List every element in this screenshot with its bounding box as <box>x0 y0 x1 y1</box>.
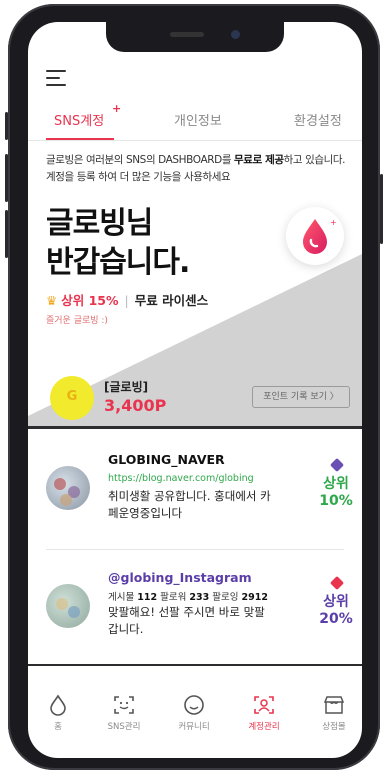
posts-count: 112 <box>137 592 158 603</box>
nav-sns-manage[interactable]: SNS관리 <box>94 694 154 732</box>
license-type: 무료 라이센스 <box>134 293 209 308</box>
drop-icon <box>50 694 66 716</box>
shop-icon <box>323 696 345 714</box>
tab-divider <box>28 140 362 141</box>
posts-label: 게시물 <box>108 592 135 603</box>
nav-community[interactable]: 커뮤니티 <box>164 694 224 732</box>
account-rank: 상위 10% <box>308 476 362 510</box>
intro-line1-end: 하고 있습니다. <box>283 154 346 166</box>
account-scan-icon <box>254 696 274 714</box>
account-rank-value: 10% <box>319 493 353 509</box>
nav-label: SNS관리 <box>107 722 141 732</box>
account-name: GLOBING_NAVER <box>108 452 225 467</box>
amethyst-gem-icon <box>329 457 345 473</box>
rank-separator: | <box>124 293 129 308</box>
avatar <box>46 584 90 628</box>
account-rank-label: 상위 <box>323 594 349 610</box>
drop-logo-icon: + <box>303 218 337 254</box>
avatar <box>46 466 90 510</box>
section-divider <box>28 426 362 429</box>
globing-logo: + <box>286 207 344 265</box>
front-camera <box>231 30 240 39</box>
points-value: 3,400P <box>104 396 167 415</box>
points-history-button[interactable]: 포인트 기록 보기 〉 <box>252 386 350 408</box>
card-divider <box>46 549 344 550</box>
tagline: 즐거운 글로빙 :) <box>46 316 108 326</box>
account-stats: 게시물 112 팔로워 233 팔로잉 2912 <box>108 589 268 603</box>
account-rank-label: 상위 <box>323 476 349 492</box>
nav-label: 계정관리 <box>248 722 280 732</box>
greeting-title: 글로빙님 반갑습니다. <box>46 204 190 282</box>
bottom-navigation: 홈 SNS관리 커뮤니티 계정관리 상점몰 <box>28 694 362 746</box>
tab-settings[interactable]: 환경설정 <box>294 110 342 129</box>
account-card-instagram[interactable]: @globing_Instagram 게시물 112 팔로워 233 팔로잉 2… <box>28 570 362 668</box>
app-screen: SNS계정 + 개인정보 환경설정 글로빙은 여러분의 SNS의 DASHBOA… <box>28 22 362 758</box>
rank-summary: ♛ 상위 15% | 무료 라이센스 <box>46 290 208 309</box>
ruby-gem-icon <box>329 575 345 591</box>
coin-icon: G <box>50 376 94 420</box>
speaker-grille <box>170 32 204 37</box>
intro-free-highlight: 무료로 제공 <box>234 154 284 166</box>
following-count: 2912 <box>241 592 268 603</box>
tab-new-badge: + <box>112 102 122 115</box>
points-row: G [글로빙] 3,400P 포인트 기록 보기 〉 <box>28 374 362 434</box>
intro-text: 글로빙은 여러분의 SNS의 DASHBOARD를 무료로 제공하고 있습니다.… <box>46 152 356 186</box>
account-url[interactable]: https://blog.naver.com/globing <box>108 473 254 484</box>
intro-line2: 계정을 등록 하여 더 많은 기능을 사용하세요 <box>46 171 231 183</box>
nav-home[interactable]: 홈 <box>28 694 88 732</box>
greeting-line2: 반갑습니다. <box>46 245 190 280</box>
followers-label: 팔로워 <box>160 592 187 603</box>
notch <box>106 22 284 52</box>
svg-text:+: + <box>330 218 337 227</box>
tab-sns-account[interactable]: SNS계정 <box>54 110 104 129</box>
nav-label: 홈 <box>54 722 62 732</box>
tab-bar: SNS계정 + 개인정보 환경설정 <box>28 100 362 141</box>
crown-icon: ♛ <box>46 293 58 308</box>
greeting-line1: 글로빙님 <box>46 206 153 241</box>
account-rank-value: 20% <box>319 611 353 627</box>
power-button <box>380 174 383 244</box>
following-label: 팔로잉 <box>212 592 239 603</box>
rank-percent: 상위 15% <box>61 293 119 308</box>
account-rank: 상위 20% <box>308 594 362 628</box>
tab-personal-info[interactable]: 개인정보 <box>174 110 222 129</box>
account-description: 취미생활 공유합니다. 홍대에서 카페운영중입니다 <box>108 489 271 520</box>
mute-switch <box>5 112 8 140</box>
account-name: @globing_Instagram <box>108 570 252 585</box>
nav-shop[interactable]: 상점몰 <box>304 694 362 732</box>
account-card-naver[interactable]: GLOBING_NAVER https://blog.naver.com/glo… <box>28 452 362 550</box>
volume-up-button <box>5 154 8 202</box>
hamburger-menu-icon[interactable] <box>46 70 68 88</box>
nav-label: 상점몰 <box>322 722 346 732</box>
face-scan-icon <box>114 696 134 714</box>
nav-account-manage[interactable]: 계정관리 <box>234 694 294 732</box>
smile-icon <box>184 695 204 715</box>
nav-label: 커뮤니티 <box>178 722 210 732</box>
content-bottom-divider <box>28 664 362 666</box>
coin-letter: G <box>66 389 78 404</box>
account-description: 맞팔해요! 선팔 주시면 바로 맞팔 갑니다. <box>108 605 265 636</box>
followers-count: 233 <box>189 592 210 603</box>
points-label: [글로빙] <box>104 380 149 394</box>
volume-down-button <box>5 210 8 258</box>
intro-line1: 글로빙은 여러분의 SNS의 DASHBOARD를 <box>46 154 235 166</box>
